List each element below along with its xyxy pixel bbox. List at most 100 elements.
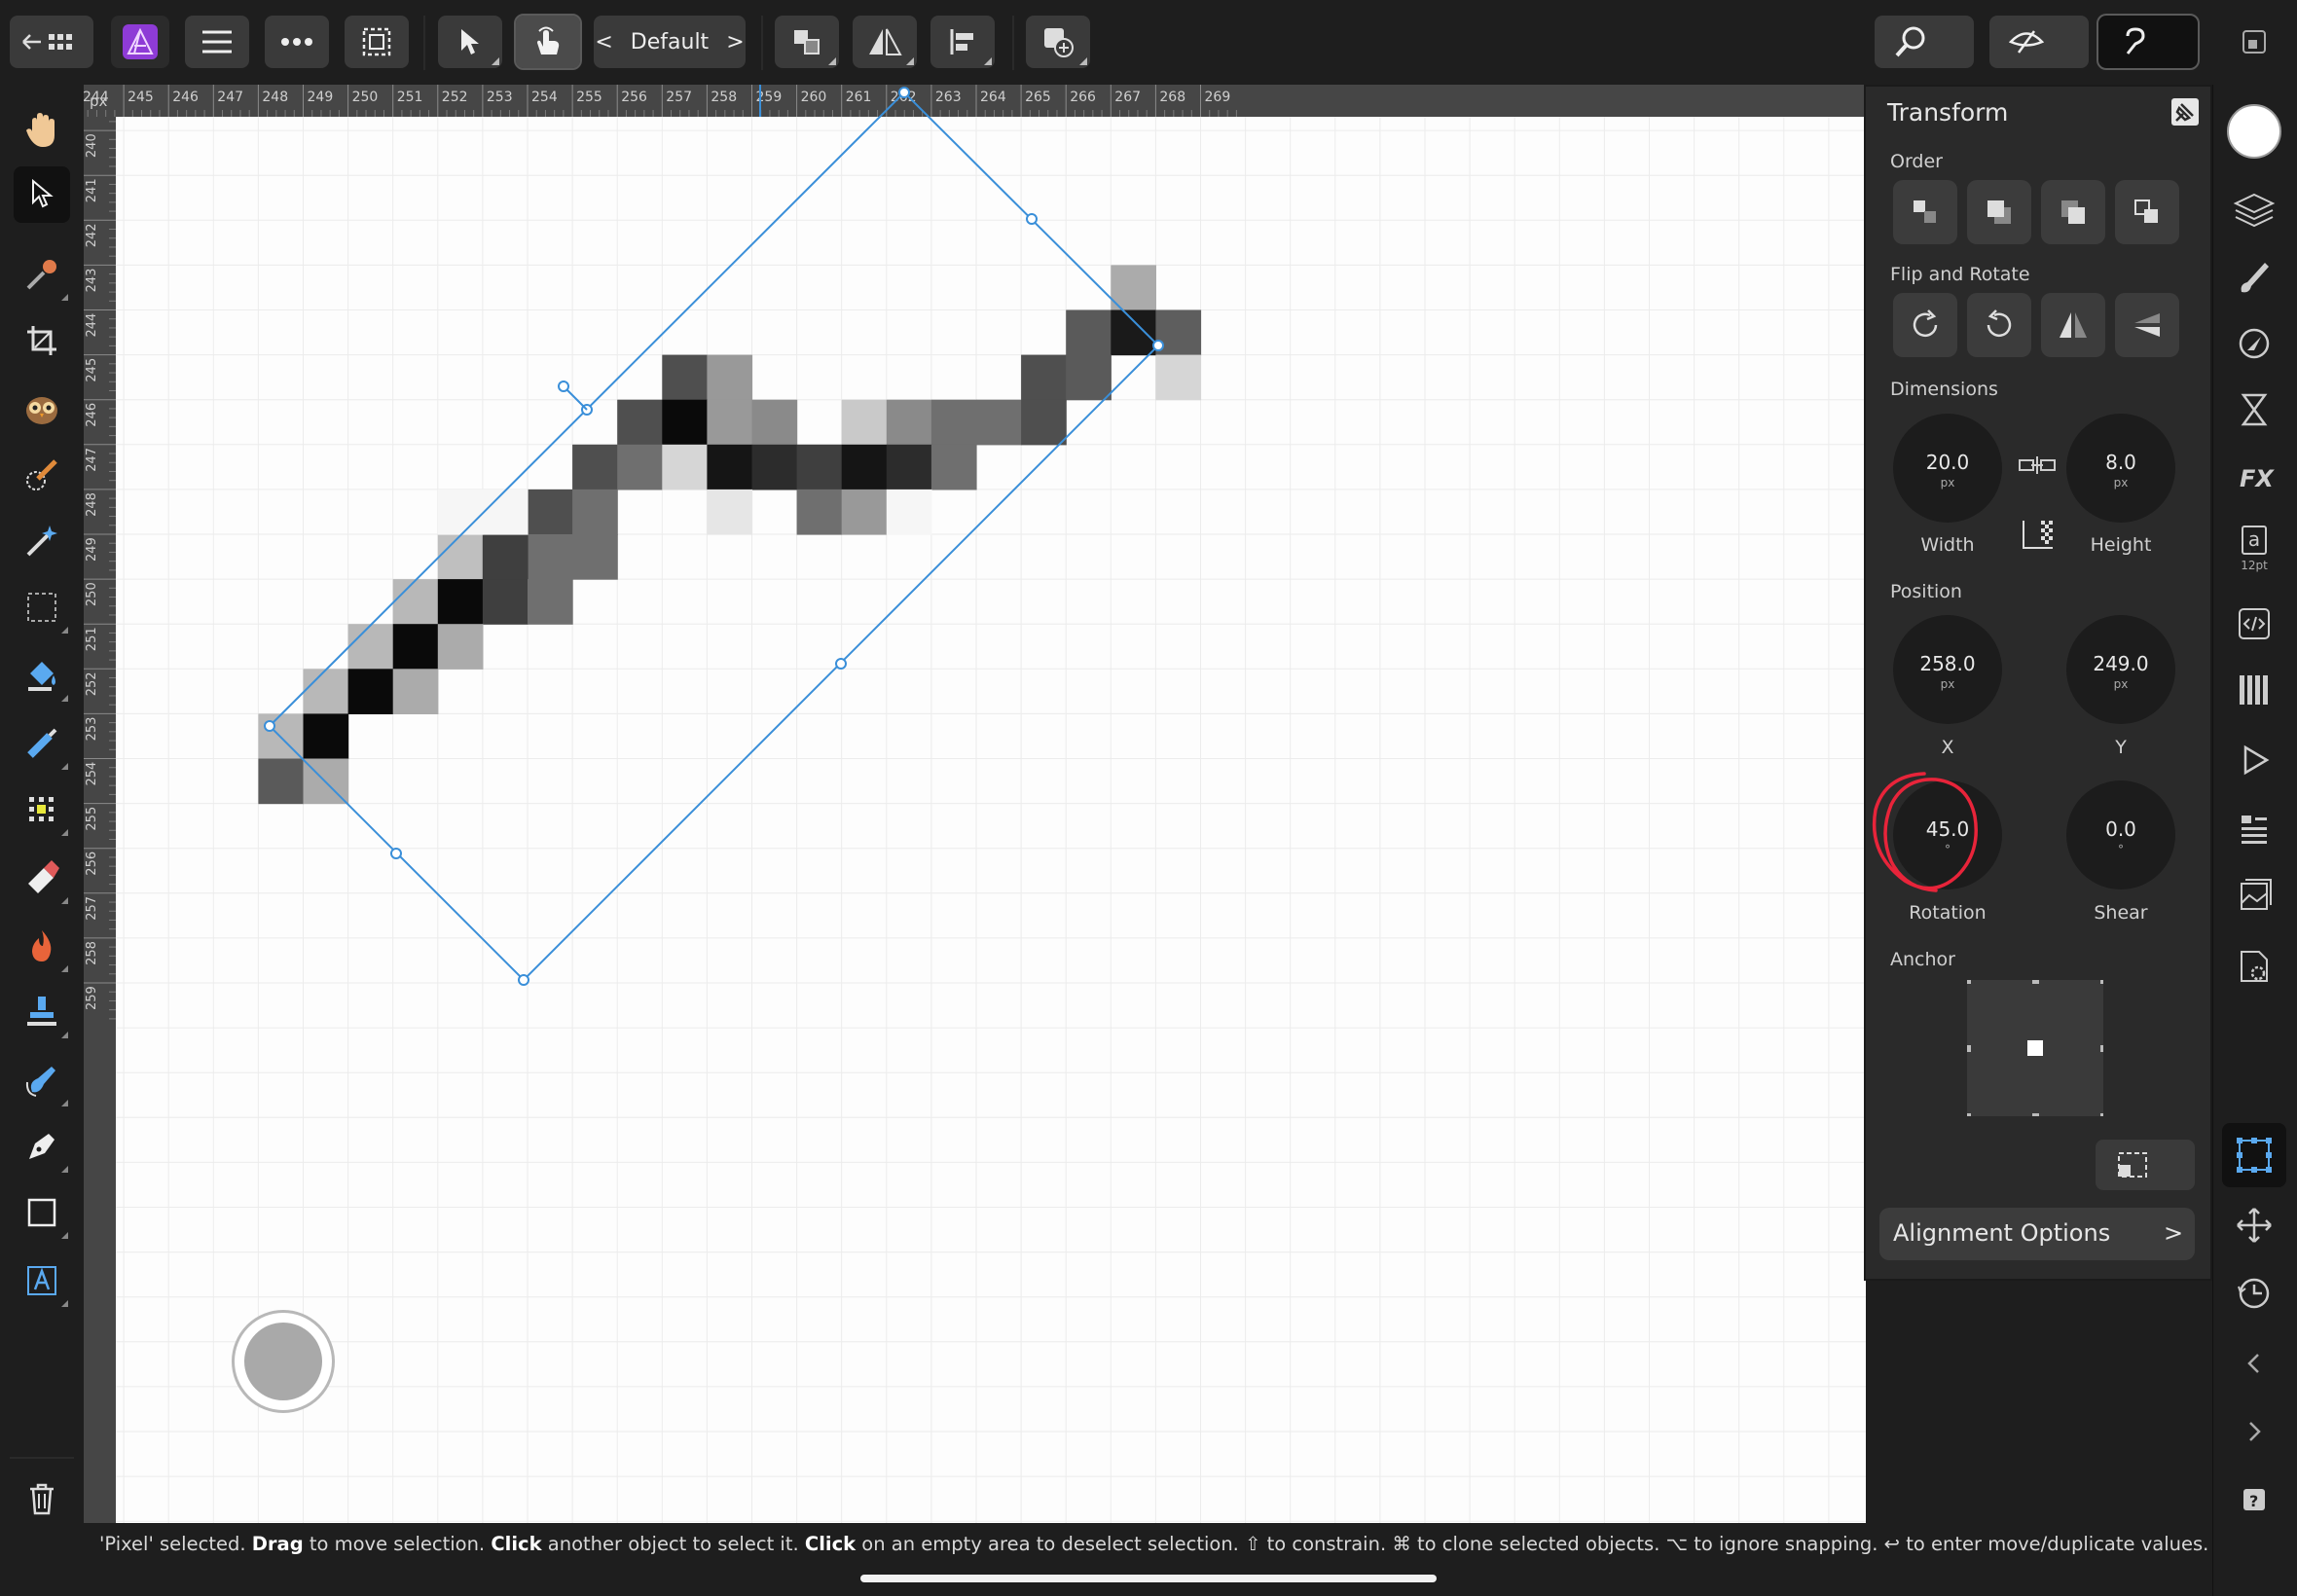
history-studio-button[interactable]	[2226, 381, 2282, 442]
selection-brush-tool[interactable]	[14, 447, 70, 503]
shear-dial[interactable]: 0.0 °	[2066, 780, 2175, 889]
rotate-clockwise-button[interactable]	[1893, 293, 1957, 357]
flood-select-tool[interactable]	[14, 513, 70, 569]
rectangle-tool[interactable]	[14, 1184, 70, 1241]
document-menu-button[interactable]	[185, 16, 249, 68]
view-tool[interactable]	[14, 102, 70, 159]
window-mode-button[interactable]	[2226, 16, 2282, 68]
layers-studio-button[interactable]	[2226, 181, 2282, 241]
artwork-pixel	[437, 534, 484, 580]
brush-icon	[2241, 263, 2269, 293]
flip-button[interactable]	[853, 16, 917, 68]
effects-studio-button[interactable]: FX	[2226, 450, 2282, 510]
ruler-y-label: 243	[85, 269, 99, 293]
color-swatch-button[interactable]	[2227, 104, 2281, 159]
pin-panel-button[interactable]	[2171, 98, 2199, 126]
insert-button[interactable]	[1026, 16, 1090, 68]
help-button[interactable]: ?	[2226, 1471, 2282, 1532]
stock-studio-button[interactable]	[2226, 868, 2282, 928]
ruler-x-label: 254	[531, 90, 558, 105]
preset-selector[interactable]: < Default >	[594, 16, 746, 68]
rotate-counterclockwise-icon	[1987, 309, 2012, 338]
more-menu-button[interactable]	[265, 16, 329, 68]
flip-horizontal-button[interactable]	[2041, 293, 2105, 357]
width-dial[interactable]: 20.0 px	[1893, 414, 2002, 523]
anchor-selector[interactable]	[1964, 977, 2107, 1120]
brushes-studio-button[interactable]	[2226, 249, 2282, 309]
panel-title: Transform	[1887, 98, 2009, 127]
persona-back-button[interactable]	[10, 16, 93, 68]
fill-tool[interactable]	[14, 647, 70, 704]
flip-vertical-button[interactable]	[2115, 293, 2179, 357]
home-indicator[interactable]	[860, 1575, 1437, 1582]
artwork-pixel	[528, 534, 573, 580]
move-to-back-button[interactable]	[1893, 180, 1957, 244]
move-to-front-button[interactable]	[2115, 180, 2179, 244]
adjustments-studio-button[interactable]	[2226, 315, 2282, 376]
transform-options-button[interactable]	[2096, 1140, 2195, 1190]
alignment-options-row[interactable]: Alignment Options >	[1879, 1208, 2195, 1260]
preset-next[interactable]: >	[726, 30, 744, 54]
arrange-button[interactable]	[775, 16, 839, 68]
hand-touch-button[interactable]	[514, 14, 582, 70]
app-menu-button[interactable]	[111, 16, 169, 68]
scale-with-object-button[interactable]	[2020, 517, 2057, 552]
code-studio-button[interactable]	[2226, 596, 2282, 656]
liquify-persona-tool[interactable]	[14, 381, 70, 437]
artistic-text-tool[interactable]	[14, 1252, 70, 1309]
document-canvas[interactable]	[116, 117, 1866, 1523]
text-styles-studio-button[interactable]: a 12pt	[2226, 520, 2282, 582]
lock-aspect-button[interactable]	[2018, 454, 2057, 478]
transform-studio-button[interactable]	[2222, 1123, 2286, 1187]
smudge-brush-tool[interactable]	[14, 1052, 70, 1108]
ruler-x-label: 260	[801, 90, 827, 105]
preset-prev[interactable]: <	[595, 30, 612, 54]
burn-brush-tool[interactable]	[14, 918, 70, 974]
text-style-glyph: a	[2242, 526, 2267, 555]
swatches-studio-button[interactable]	[2226, 662, 2282, 722]
move-tool-mode-button[interactable]	[438, 16, 502, 68]
undo-button[interactable]	[2226, 1335, 2282, 1396]
macro-studio-button[interactable]	[2226, 732, 2282, 792]
assistant-button[interactable]	[2096, 14, 2200, 70]
redo-button[interactable]	[2226, 1403, 2282, 1464]
zoom-view-button[interactable]	[1875, 16, 1974, 68]
horizontal-ruler[interactable]: 244 245 246 247 248 249 250 251 252 253 254 255 256 2…	[84, 85, 1866, 117]
paint-brush-tool[interactable]	[14, 715, 70, 772]
y-position-dial[interactable]: 249.0 px	[2066, 615, 2175, 724]
tools-divider	[10, 1457, 74, 1459]
height-dial[interactable]: 8.0 px	[2066, 414, 2175, 523]
x-position-dial[interactable]: 258.0 px	[1893, 615, 2002, 724]
pixel-layer-artwork[interactable]	[116, 117, 1866, 1523]
artwork-pixel	[392, 579, 439, 625]
selection-menu-button[interactable]	[345, 16, 409, 68]
move-forward-button[interactable]	[2041, 180, 2105, 244]
clone-brush-tool[interactable]	[14, 984, 70, 1040]
touch-modifier-button[interactable]	[232, 1310, 335, 1413]
ruler-x-label: 249	[308, 90, 334, 105]
crop-icon	[27, 326, 56, 355]
status-segment: Click	[491, 1533, 542, 1555]
delete-button[interactable]	[14, 1470, 70, 1527]
navigator-studio-button[interactable]	[2226, 800, 2282, 860]
crop-tool[interactable]	[14, 312, 70, 369]
move-studio-button[interactable]	[2226, 1197, 2282, 1257]
grid-back-icon	[22, 34, 72, 50]
align-button[interactable]	[930, 16, 995, 68]
rectangle-marquee-icon	[27, 593, 56, 622]
ruler-ticks: 244 245 246 247 248 249 250 251 252 253 254 255 256 2…	[84, 85, 1237, 117]
pen-tool[interactable]	[14, 1118, 70, 1175]
view-mode-button[interactable]	[1989, 16, 2089, 68]
snapshots-studio-button[interactable]	[2226, 1265, 2282, 1325]
move-tool[interactable]	[14, 166, 70, 223]
ruler-y-label: 251	[85, 627, 99, 651]
rotate-counterclockwise-button[interactable]	[1967, 293, 2031, 357]
color-picker-tool[interactable]	[14, 246, 70, 303]
vertical-ruler[interactable]: 2392402412422432442452462472482492502512…	[84, 117, 116, 1523]
shear-unit: °	[2118, 843, 2124, 856]
marquee-tool[interactable]	[14, 579, 70, 635]
move-back-button[interactable]	[1967, 180, 2031, 244]
erase-brush-tool[interactable]	[14, 850, 70, 906]
pixel-tool[interactable]	[14, 781, 70, 838]
settings-studio-button[interactable]	[2226, 938, 2282, 998]
